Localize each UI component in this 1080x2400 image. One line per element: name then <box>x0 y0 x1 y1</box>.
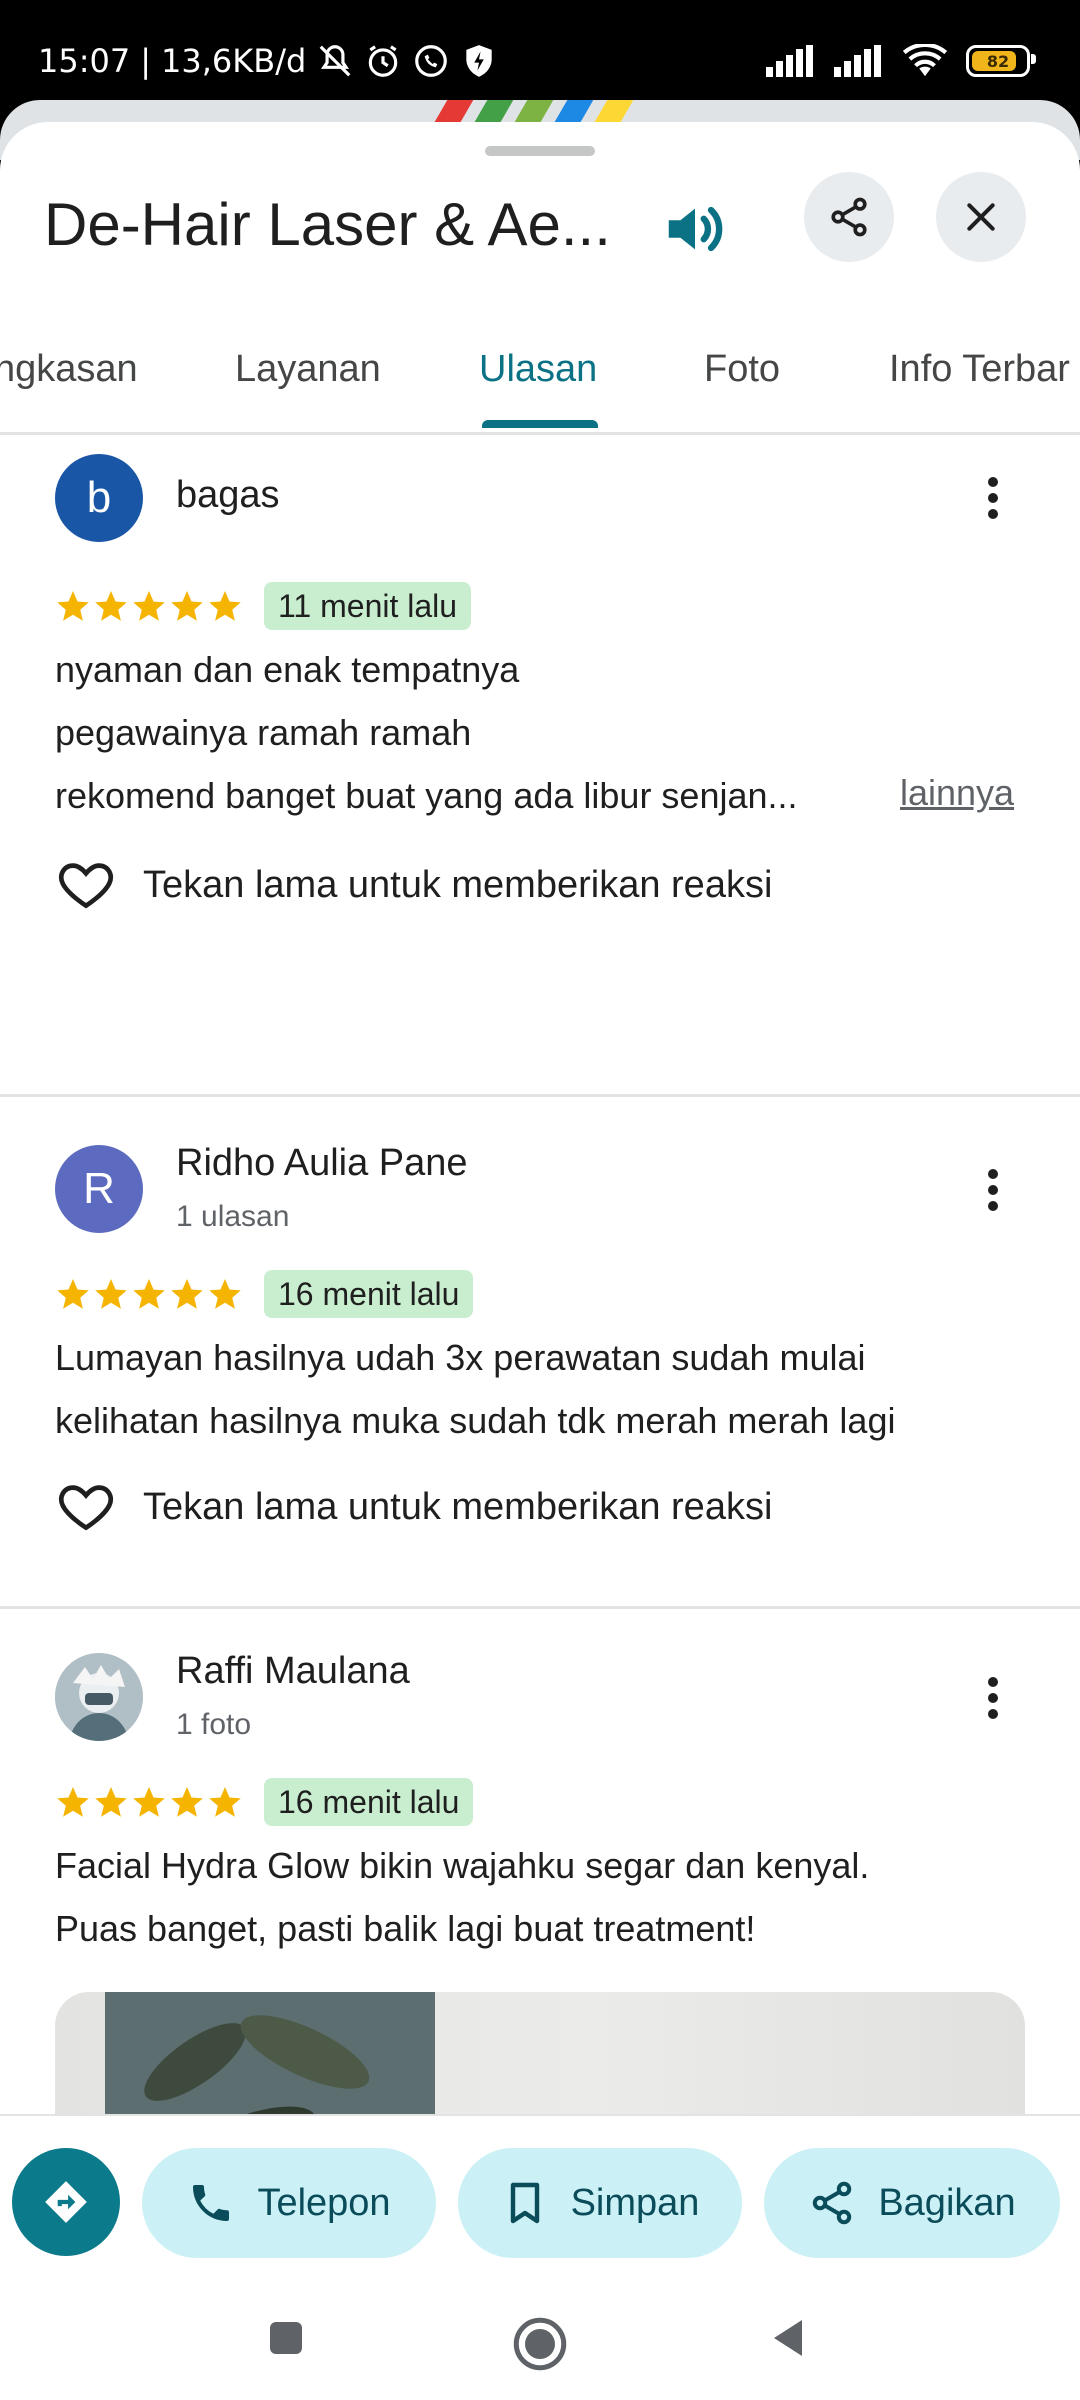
share-place-button[interactable]: Bagikan <box>764 2148 1060 2258</box>
call-button[interactable]: Telepon <box>142 2148 436 2258</box>
more-vert-icon <box>988 1677 998 1719</box>
signal-icon <box>834 45 881 77</box>
review-time-chip: 11 menit lalu <box>264 582 472 630</box>
star-icon <box>171 1787 203 1817</box>
review-text-line: pegawainya ramah ramah <box>55 712 472 753</box>
star-icon <box>95 1787 127 1817</box>
star-rating <box>55 1276 243 1312</box>
status-bar: 15:07 | 13,6KB/d 82 <box>0 0 1080 110</box>
tab-layanan[interactable]: Layanan <box>235 348 381 391</box>
share-icon <box>831 197 867 237</box>
home-button[interactable] <box>510 2314 570 2374</box>
star-icon <box>171 591 203 621</box>
reaction-label: Tekan lama untuk memberikan reaksi <box>143 1485 773 1528</box>
star-icon <box>133 1787 165 1817</box>
review-time-chip: 16 menit lalu <box>264 1270 474 1318</box>
star-icon <box>57 1279 89 1309</box>
place-title: De-Hair Laser & Ae... <box>44 191 611 258</box>
close-button[interactable] <box>936 172 1026 262</box>
review-text-line: Facial Hydra Glow bikin wajahku segar da… <box>55 1845 870 1886</box>
share-button[interactable] <box>804 172 894 262</box>
wifi-icon <box>902 44 948 77</box>
share-label: Bagikan <box>878 2181 1016 2224</box>
bookmark-icon <box>510 2182 539 2224</box>
reviewer-name[interactable]: bagas <box>176 474 280 517</box>
reviewer-review-count: 1 ulasan <box>176 1200 290 1233</box>
drag-handle[interactable] <box>485 146 595 156</box>
directions-icon <box>45 2181 87 2223</box>
alarm-icon <box>369 45 398 77</box>
battery-level: 82 <box>986 51 1010 71</box>
review-time-chip: 16 menit lalu <box>264 1778 474 1826</box>
review-text-line: kelihatan hasilnya muka sudah tdk merah … <box>55 1400 896 1441</box>
review-text-line: Puas banget, pasti balik lagi buat treat… <box>55 1908 756 1949</box>
star-icon <box>209 1279 241 1309</box>
review-text-line: rekomend banget buat yang ada libur senj… <box>55 775 798 816</box>
recents-button[interactable] <box>262 2314 310 2362</box>
battery-icon: 82 <box>966 45 1036 77</box>
star-icon <box>133 591 165 621</box>
avatar[interactable]: b <box>55 454 143 542</box>
signal-icon <box>766 45 813 77</box>
reaction-label: Tekan lama untuk memberikan reaksi <box>143 863 773 906</box>
star-icon <box>133 1279 165 1309</box>
reaction-button[interactable]: Tekan lama untuk memberikan reaksi <box>55 854 772 916</box>
more-vert-icon <box>988 1169 998 1211</box>
star-icon <box>57 1787 89 1817</box>
save-label: Simpan <box>570 2181 700 2224</box>
heart-icon <box>58 1485 114 1531</box>
more-options-button[interactable] <box>966 468 1020 528</box>
place-sheet: De-Hair Laser & Ae... ngkasan Layanan Ul… <box>0 122 1080 2400</box>
more-options-button[interactable] <box>966 1160 1020 1220</box>
more-options-button[interactable] <box>966 1668 1020 1728</box>
star-icon <box>57 591 89 621</box>
back-button[interactable] <box>764 2314 812 2362</box>
avatar[interactable]: R <box>55 1145 143 1233</box>
avatar-image <box>55 1653 143 1741</box>
review-card: b bagas 11 menit lalu nyaman dan enak te… <box>0 442 1080 1102</box>
read-more-link[interactable]: lainnya <box>900 772 1014 814</box>
star-icon <box>171 1279 203 1309</box>
star-rating <box>55 588 243 624</box>
save-button[interactable]: Simpan <box>458 2148 742 2258</box>
reviewer-name[interactable]: Raffi Maulana <box>176 1650 410 1693</box>
star-icon <box>209 591 241 621</box>
speaker-icon[interactable] <box>660 194 730 264</box>
review-text-line: Lumayan hasilnya udah 3x perawatan sudah… <box>55 1337 866 1378</box>
whatsapp-icon <box>415 45 448 77</box>
star-icon <box>209 1787 241 1817</box>
tab-bar: ngkasan Layanan Ulasan Foto Info Terbar <box>0 312 1080 435</box>
system-nav-bar <box>0 2284 1080 2400</box>
call-label: Telepon <box>257 2181 391 2224</box>
divider <box>0 1094 1080 1097</box>
silent-icon <box>319 45 351 77</box>
tab-ringkasan[interactable]: ngkasan <box>0 348 138 391</box>
star-icon <box>95 591 127 621</box>
separator: | <box>140 42 151 80</box>
clock: 15:07 <box>38 42 131 80</box>
reviewer-photo-count: 1 foto <box>176 1708 252 1741</box>
tab-ulasan[interactable]: Ulasan <box>479 348 597 391</box>
active-tab-indicator <box>482 420 598 428</box>
reviewer-name[interactable]: Ridho Aulia Pane <box>176 1142 468 1185</box>
share-icon <box>813 2181 852 2225</box>
action-bar: Telepon Simpan Bagikan <box>0 2114 1080 2286</box>
phone-icon <box>193 2185 230 2221</box>
heart-icon <box>58 863 114 909</box>
review-text-line: nyaman dan enak tempatnya <box>55 649 520 690</box>
net-speed: 13,6KB/d <box>161 42 307 80</box>
shield-icon <box>466 45 492 77</box>
close-icon <box>967 203 995 231</box>
tab-info-terbaru[interactable]: Info Terbar <box>889 348 1070 391</box>
star-rating <box>55 1784 243 1820</box>
directions-button[interactable] <box>12 2148 120 2256</box>
avatar[interactable] <box>55 1653 143 1741</box>
star-icon <box>95 1279 127 1309</box>
reaction-button[interactable]: Tekan lama untuk memberikan reaksi <box>55 1476 772 1538</box>
tab-foto[interactable]: Foto <box>704 348 780 391</box>
review-card: R Ridho Aulia Pane 1 ulasan 16 menit lal… <box>0 1100 1080 1610</box>
more-vert-icon <box>988 477 998 519</box>
